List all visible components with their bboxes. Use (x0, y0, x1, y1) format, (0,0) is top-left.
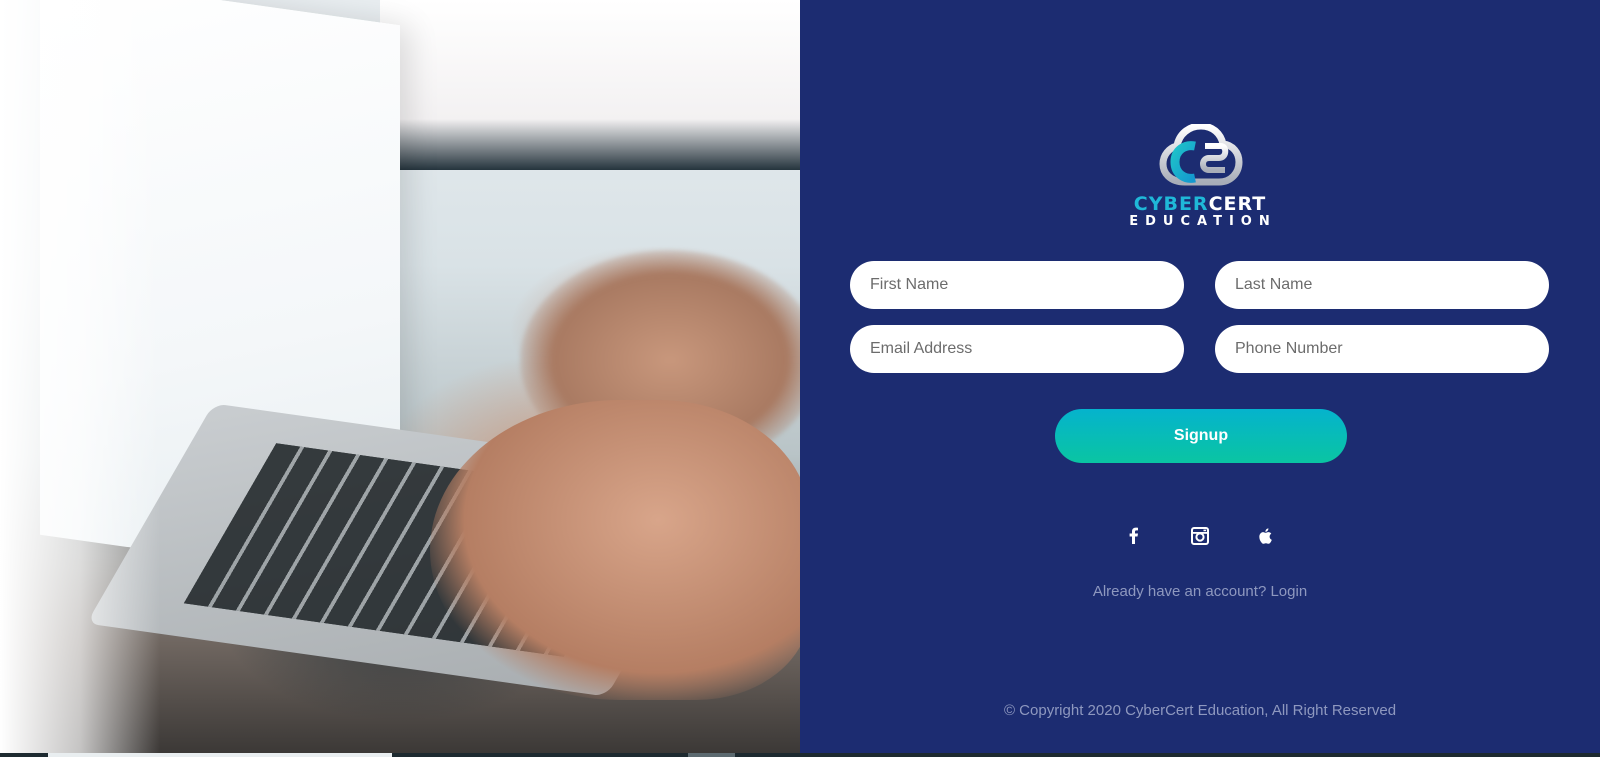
copyright-text: © Copyright 2020 CyberCert Education, Al… (1003, 702, 1397, 719)
last-name-input[interactable] (1215, 261, 1549, 309)
email-input[interactable] (850, 325, 1184, 373)
first-name-input[interactable] (850, 261, 1184, 309)
brand-wordmark: CYBERCERT (800, 194, 1600, 214)
cybercert-logo: CYBERCERT EDUCATION (800, 124, 1600, 230)
login-prompt: Already have an account? Login (800, 583, 1600, 600)
signup-button[interactable]: Signup (1055, 409, 1347, 463)
apple-icon[interactable] (1256, 526, 1276, 546)
social-links (800, 526, 1600, 546)
facebook-icon[interactable] (1124, 526, 1144, 546)
bottom-strip (0, 753, 1600, 757)
instagram-icon[interactable] (1190, 526, 1210, 546)
login-prompt-text: Already have an account? (1092, 583, 1267, 600)
signup-page: CYBERCERT EDUCATION Signup Already have … (0, 0, 1600, 757)
background-monitor (380, 0, 800, 170)
phone-input[interactable] (1215, 325, 1549, 373)
login-link[interactable]: Login (1270, 583, 1307, 600)
brand-word-cert: CERT (1208, 193, 1267, 215)
signup-panel: CYBERCERT EDUCATION Signup Already have … (800, 0, 1600, 757)
right-hand (430, 400, 800, 700)
brand-subtitle: EDUCATION (1129, 214, 1277, 229)
cloud-logo-icon (1159, 124, 1243, 186)
brand-word-cyber: CYBER (1133, 193, 1209, 215)
hero-white-fade (0, 0, 160, 757)
hero-photo-laptop-typing (0, 0, 800, 757)
